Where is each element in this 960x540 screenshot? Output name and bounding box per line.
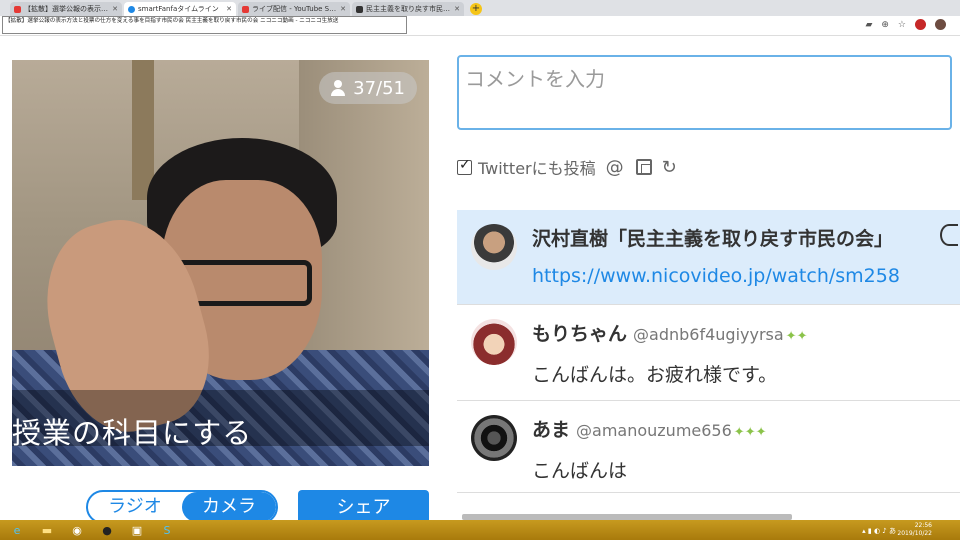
more-icon[interactable] (940, 224, 958, 246)
twitter-label: Twitterにも投稿 (478, 159, 596, 178)
viewer-count: 37/51 (353, 77, 405, 99)
folder-icon[interactable]: ▬ (34, 521, 60, 539)
comment-author-name: あま (532, 419, 571, 441)
tab-title: smartFanfaタイムライン (138, 5, 219, 13)
comment-link[interactable]: https://www.nicovideo.jp/watch/sm258 (532, 265, 900, 287)
close-icon[interactable]: ✕ (340, 5, 346, 13)
clock-time: 22:56 (914, 522, 932, 529)
profile-avatar[interactable] (935, 19, 946, 30)
twitter-option-row: Twitterにも投稿 @ ↻ (457, 154, 677, 180)
system-tray-icons[interactable]: ▴ ▮ ◐ ♪ あ (862, 526, 896, 536)
comment-author: もりちゃん @adnb6f4ugiyyrsa ✦✦ (532, 319, 807, 346)
browser-tab-3[interactable]: ライブ配信 - YouTube Studio ✕ (238, 2, 350, 16)
comment-author: 沢村直樹「民主主義を取り戻す市民の会」 (532, 224, 893, 251)
comment-handle: @adnb6f4ugiyyrsa (633, 325, 784, 344)
twitter-checkbox[interactable] (457, 157, 472, 175)
browser-tab-2[interactable]: smartFanfaタイムライン ✕ (124, 2, 236, 16)
comment-item[interactable]: 沢村直樹「民主主義を取り戻す市民の会」 https://www.nicovide… (457, 210, 960, 305)
tab-favicon-icon (128, 5, 135, 13)
tab-favicon-icon (242, 5, 249, 13)
tab-title: 【拡散】選挙公報の表示方法が人道に反するか否か (24, 5, 110, 13)
mode-option-camera[interactable]: カメラ (182, 492, 276, 522)
comment-input[interactable]: コメントを入力 (457, 55, 952, 130)
badge-icon: ✦✦✦ (733, 425, 767, 440)
comment-body: こんばんは。お疲れ様です。 (532, 364, 778, 386)
tab-title: 民主主義を取り戻す市民の会 (366, 5, 453, 13)
viewer-count-badge: 37/51 (319, 72, 417, 104)
close-icon[interactable]: ✕ (454, 5, 460, 13)
obs-icon[interactable]: ● (94, 521, 120, 539)
comment-author-name: 沢村直樹「民主主義を取り戻す市民の会」 (532, 228, 894, 250)
comment-body: こんばんは (532, 460, 628, 482)
toolbar-icons: ▰ ⊕ ☆ (865, 19, 946, 30)
clock-date: 2019/10/22 (897, 530, 932, 537)
star-icon[interactable]: ☆ (898, 20, 906, 30)
badge-icon: ✦✦ (785, 329, 808, 344)
browser-tab-strip: 【拡散】選挙公報の表示方法が人道に反するか否か ✕ smartFanfaタイムラ… (0, 0, 960, 16)
avatar (471, 224, 517, 270)
comment-list: 沢村直樹「民主主義を取り戻す市民の会」 https://www.nicovide… (457, 210, 960, 510)
video-caption: 授業の科目にする (12, 416, 253, 450)
browser-tab-1[interactable]: 【拡散】選挙公報の表示方法が人道に反するか否か ✕ (10, 2, 122, 16)
cast-icon[interactable]: ▰ (865, 20, 872, 30)
media-icon[interactable]: ▣ (124, 521, 150, 539)
chrome-icon[interactable]: ◉ (64, 521, 90, 539)
refresh-icon[interactable]: ↻ (662, 157, 677, 178)
zoom-icon[interactable]: ⊕ (881, 20, 889, 30)
user-icon (331, 80, 346, 96)
screen: 【拡散】選挙公報の表示方法が人道に反するか否か ✕ smartFanfaタイムラ… (0, 0, 960, 540)
copy-icon[interactable] (635, 159, 652, 175)
tab-tooltip: 【拡散】選挙公報の表示方法と投票の仕方を変える事を目指す市民の会 民主主義を取り… (2, 16, 407, 34)
mode-option-radio[interactable]: ラジオ (88, 492, 182, 522)
browser-tab-4[interactable]: 民主主義を取り戻す市民の会 ✕ (352, 2, 464, 16)
mode-toggle: ラジオ カメラ (86, 490, 278, 524)
close-icon[interactable]: ✕ (226, 5, 232, 13)
avatar (471, 415, 517, 461)
comment-handle: @amanouzume656 (576, 421, 732, 440)
new-tab-button[interactable]: + (470, 3, 482, 15)
windows-taskbar: e ▬ ◉ ● ▣ S ▴ ▮ ◐ ♪ あ 22:56 2019/10/22 (0, 520, 960, 540)
tab-favicon-icon (14, 5, 21, 13)
comment-item[interactable]: あま @amanouzume656 ✦✦✦ こんばんは (457, 401, 960, 493)
comment-author: あま @amanouzume656 ✦✦✦ (532, 415, 766, 442)
video-player[interactable]: 授業の科目にする 37/51 (12, 60, 429, 466)
tab-favicon-icon (356, 5, 363, 13)
taskbar-clock[interactable]: 22:56 2019/10/22 (897, 522, 932, 538)
avatar (471, 319, 517, 365)
ie-icon[interactable]: e (4, 521, 30, 539)
comment-author-name: もりちゃん (532, 323, 628, 345)
tab-title: ライブ配信 - YouTube Studio (252, 5, 339, 13)
comment-item[interactable]: もりちゃん @adnb6f4ugiyyrsa ✦✦ こんばんは。お疲れ様です。 (457, 305, 960, 401)
skype-icon[interactable]: S (154, 521, 180, 539)
close-icon[interactable]: ✕ (112, 5, 118, 13)
extension-icon[interactable] (915, 19, 926, 30)
mention-icon[interactable]: @ (606, 157, 624, 178)
